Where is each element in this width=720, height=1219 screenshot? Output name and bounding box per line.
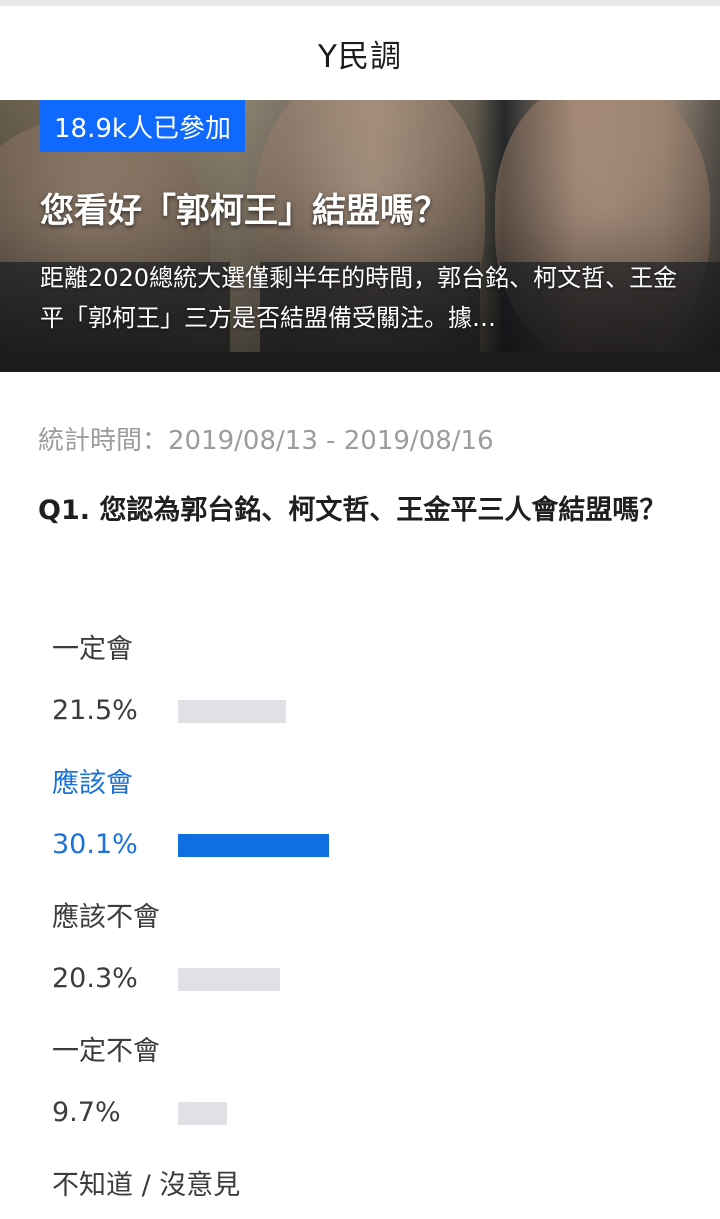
poll-option[interactable]: 應該不會 20.3% [52, 900, 672, 994]
option-result-bar [178, 833, 329, 857]
poll-option[interactable]: 不知道 / 沒意見 [52, 1168, 672, 1204]
option-label: 不知道 / 沒意見 [52, 1170, 241, 1201]
poll-option[interactable]: 一定不會 9.7% [52, 1034, 672, 1128]
option-percent: 20.3% [52, 963, 138, 994]
option-label: 應該不會 [52, 902, 160, 933]
poll-option[interactable]: 一定會 21.5% [52, 632, 672, 726]
option-percent: 9.7% [52, 1097, 121, 1128]
option-result-bar [178, 967, 280, 991]
poll-option[interactable]: 應該會 30.1% [52, 766, 672, 860]
option-result-bar [178, 699, 286, 723]
option-result-bar [178, 1101, 227, 1125]
poll-description[interactable]: 距離2020總統大選僅剩半年的時間，郭台銘、柯文哲、王金平「郭柯王」三方是否結盟… [40, 258, 685, 338]
stat-period: 統計時間：2019/08/13 - 2019/08/16 [38, 426, 494, 456]
app-header: Y民調 [0, 6, 720, 100]
poll-title: 您看好「郭柯王」結盟嗎？ [40, 191, 448, 231]
option-label: 一定會 [52, 634, 133, 665]
option-label: 應該會 [52, 768, 133, 799]
question-text: Q1. 您認為郭台銘、柯文哲、王金平三人會結盟嗎？ [38, 495, 667, 526]
option-percent: 21.5% [52, 695, 138, 726]
option-percent: 30.1% [52, 829, 138, 860]
page-title: Y民調 [318, 38, 402, 75]
hero-bottom-strip [0, 352, 720, 372]
participants-badge: 18.9k人已參加 [40, 100, 245, 152]
option-label: 一定不會 [52, 1036, 160, 1067]
